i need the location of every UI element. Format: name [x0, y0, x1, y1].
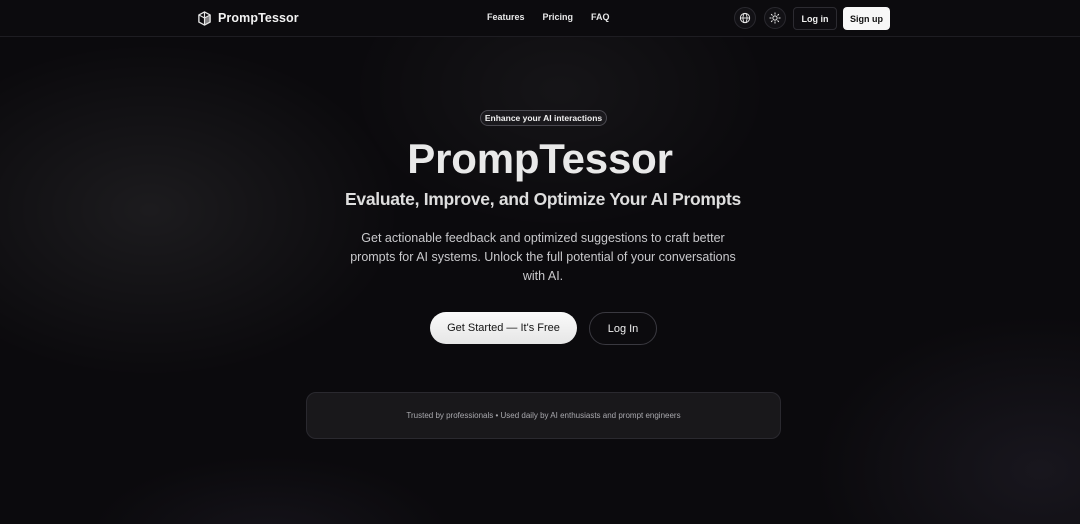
hero-subtitle: Evaluate, Improve, and Optimize Your AI …	[345, 189, 741, 209]
hero-badge: Enhance your AI interactions	[480, 110, 607, 126]
nav-link-faq[interactable]: FAQ	[591, 12, 610, 22]
header-login-button[interactable]: Log in	[793, 7, 837, 30]
sun-icon	[769, 12, 781, 24]
cube-logo-icon	[198, 10, 211, 26]
brand-name: PrompTessor	[218, 11, 299, 25]
nav-link-pricing[interactable]: Pricing	[543, 12, 574, 22]
nav-link-features[interactable]: Features	[487, 12, 525, 22]
trust-banner: Trusted by professionals • Used daily by…	[306, 392, 781, 439]
main-nav: Features Pricing FAQ	[487, 12, 610, 22]
brand[interactable]: PrompTessor	[197, 9, 299, 27]
hero-description: Get actionable feedback and optimized su…	[350, 231, 736, 283]
language-button[interactable]	[734, 7, 756, 29]
globe-icon	[739, 12, 751, 24]
get-started-button[interactable]: Get Started — It's Free	[430, 312, 577, 344]
hero-login-button[interactable]: Log In	[589, 312, 657, 345]
top-navbar: PrompTessor Features Pricing FAQ Log in …	[0, 0, 1080, 37]
header-signup-button[interactable]: Sign up	[843, 7, 890, 30]
theme-toggle-button[interactable]	[764, 7, 786, 29]
hero-title: PrompTessor	[407, 135, 673, 182]
trust-text: Trusted by professionals • Used daily by…	[406, 411, 681, 420]
